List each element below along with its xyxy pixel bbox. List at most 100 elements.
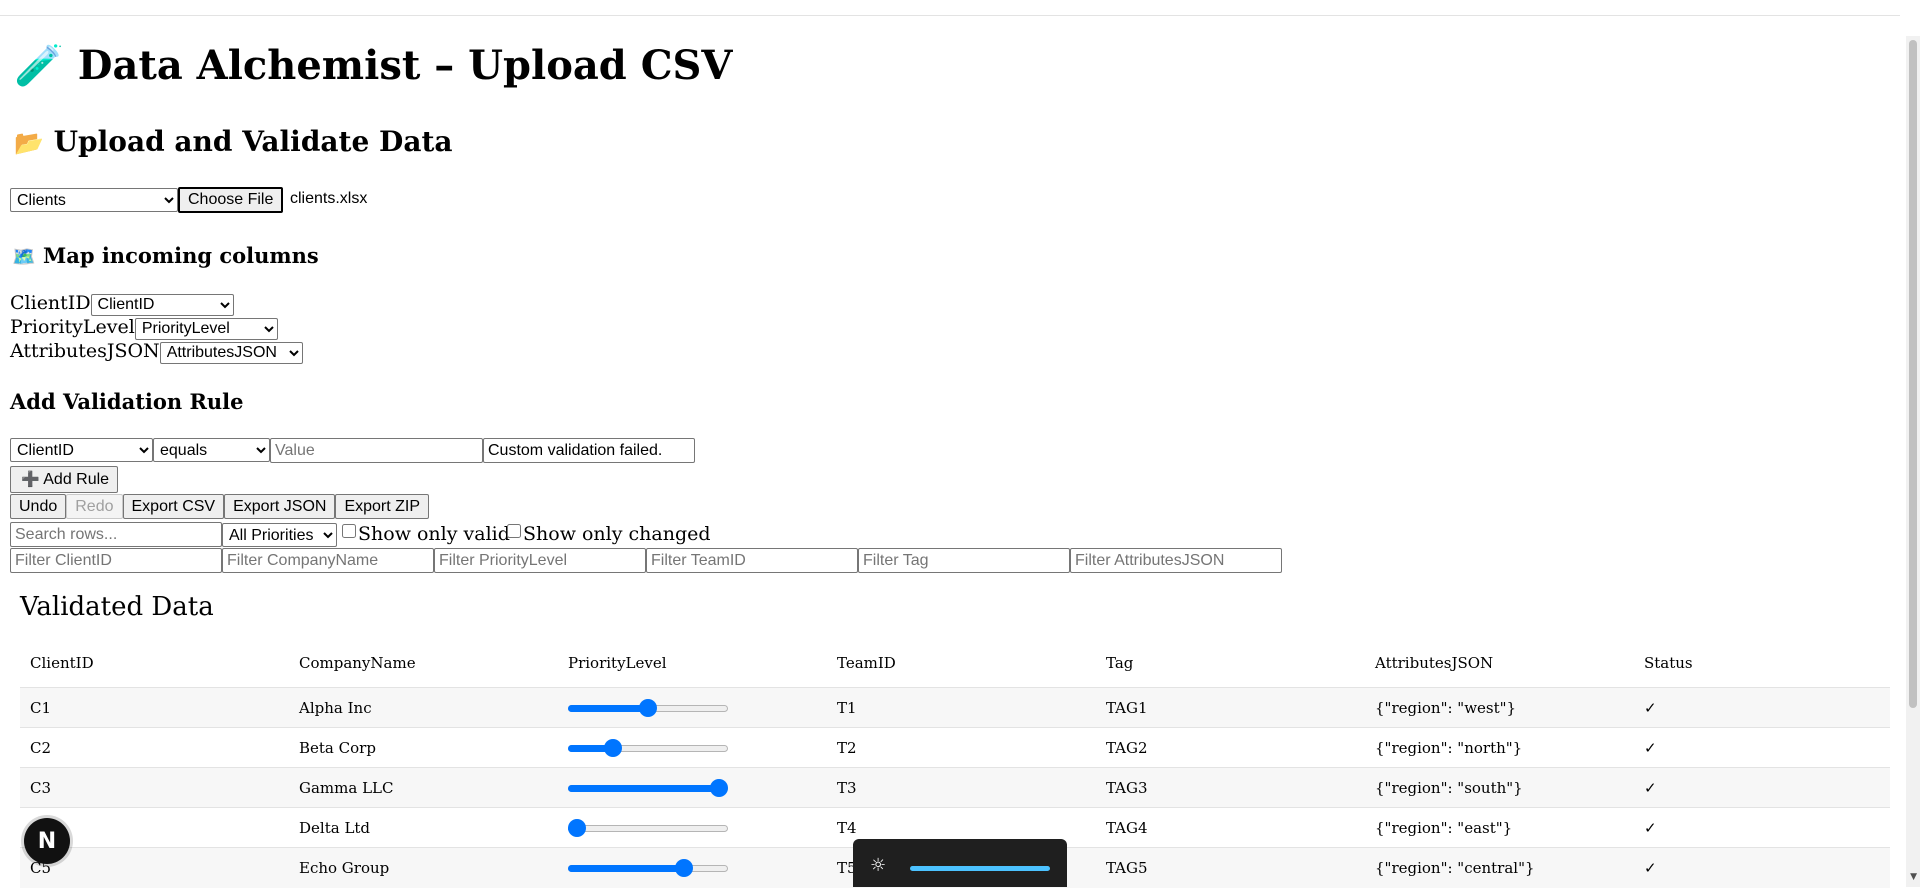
- priority-slider[interactable]: [568, 778, 728, 797]
- cell-attributesjson: {"region": "west"}: [1375, 698, 1517, 717]
- export-json-button[interactable]: Export JSON: [224, 494, 336, 519]
- export-zip-button[interactable]: Export ZIP: [335, 494, 430, 519]
- show-only-valid-toggle[interactable]: Show only valid: [342, 523, 510, 545]
- filter-clientid-input[interactable]: [10, 548, 222, 573]
- column-header[interactable]: TeamID: [827, 648, 1096, 688]
- slider-thumb[interactable]: [674, 858, 693, 877]
- filter-tag-input[interactable]: [858, 548, 1070, 573]
- upload-heading-text: Upload and Validate Data: [53, 125, 453, 158]
- rule-field-select[interactable]: ClientID: [10, 438, 153, 462]
- table-row: C2 Beta Corp T2 TAG2 {"region": "north"} ✓: [20, 727, 1890, 768]
- mapping-select-prioritylevel[interactable]: PriorityLevel: [134, 317, 278, 340]
- cell-teamid: T1: [837, 698, 857, 717]
- mapping-label: ClientID: [10, 292, 91, 314]
- slider-thumb[interactable]: [639, 698, 657, 717]
- cell-attributesjson: {"region": "north"}: [1375, 738, 1523, 757]
- rule-value-input[interactable]: [270, 438, 483, 463]
- page-title: 🧪 Data Alchemist – Upload CSV: [14, 42, 732, 89]
- selected-file-name: clients.xlsx: [290, 190, 368, 207]
- toolbar: Undo Redo Export CSV Export JSON Export ZIP: [10, 494, 430, 519]
- rule-message-input[interactable]: [483, 438, 695, 463]
- plus-icon: ➕: [21, 470, 40, 488]
- filter-companyname-input[interactable]: [222, 548, 434, 573]
- slider-thumb[interactable]: [603, 738, 622, 757]
- add-rule-button[interactable]: ➕ Add Rule: [10, 466, 119, 493]
- show-only-changed-checkbox[interactable]: [507, 524, 521, 538]
- scroll-down-arrow-icon[interactable]: ▼: [1910, 872, 1917, 882]
- rule-operator-select[interactable]: equals: [153, 438, 270, 462]
- cell-tag: TAG2: [1106, 738, 1148, 757]
- rule-heading: Add Validation Rule: [10, 389, 244, 414]
- show-only-valid-checkbox[interactable]: [342, 524, 356, 538]
- cell-prioritylevel: [558, 848, 827, 888]
- cell-prioritylevel: [558, 688, 827, 728]
- cell-status: ✓: [1644, 858, 1657, 877]
- column-header[interactable]: AttributesJSON: [1365, 648, 1634, 688]
- upload-heading: 📂 Upload and Validate Data: [14, 125, 453, 158]
- cell-clientid: C3: [30, 778, 52, 797]
- cell-status: ✓: [1644, 698, 1657, 717]
- brightness-slider[interactable]: [910, 866, 1050, 871]
- slider-fill: [568, 704, 648, 712]
- redo-button[interactable]: Redo: [66, 494, 123, 519]
- filter-prioritylevel-input[interactable]: [434, 548, 646, 573]
- show-only-changed-label: Show only changed: [523, 523, 711, 545]
- column-header[interactable]: Status: [1634, 648, 1890, 688]
- priority-slider[interactable]: [568, 698, 728, 717]
- slider-thumb[interactable]: [568, 818, 586, 837]
- cell-attributesjson: {"region": "south"}: [1375, 778, 1523, 797]
- slider-fill: [568, 784, 719, 792]
- show-only-valid-label: Show only valid: [358, 523, 510, 545]
- cell-teamid: T2: [837, 738, 857, 757]
- priority-slider[interactable]: [568, 738, 728, 757]
- cell-clientid: C1: [30, 698, 52, 717]
- page-scrollbar[interactable]: [1906, 36, 1920, 887]
- mapping-label: PriorityLevel: [10, 316, 135, 338]
- cell-companyname: Echo Group: [299, 858, 390, 877]
- column-header[interactable]: PriorityLevel: [558, 648, 827, 688]
- cell-prioritylevel: [558, 768, 827, 808]
- column-header[interactable]: CompanyName: [289, 648, 558, 688]
- mapping-row-clientid: ClientID ClientID: [10, 292, 234, 316]
- page-title-text: Data Alchemist – Upload CSV: [77, 42, 733, 89]
- choose-file-button[interactable]: Choose File: [178, 187, 284, 213]
- mapping-heading-text: Map incoming columns: [42, 243, 319, 268]
- next-dev-tools-button[interactable]: N: [24, 818, 70, 864]
- priority-filter-select[interactable]: All Priorities: [222, 523, 337, 547]
- priority-slider[interactable]: [568, 818, 728, 837]
- mapping-row-attributesjson: AttributesJSON AttributesJSON: [10, 340, 303, 364]
- column-header[interactable]: Tag: [1096, 648, 1365, 688]
- priority-slider[interactable]: [568, 858, 728, 877]
- cell-companyname: Gamma LLC: [299, 778, 394, 797]
- cell-prioritylevel: [558, 728, 827, 768]
- cell-clientid: C2: [30, 738, 52, 757]
- table-row: C3 Gamma LLC T3 TAG3 {"region": "south"} ✓: [20, 767, 1890, 808]
- undo-button[interactable]: Undo: [10, 494, 67, 519]
- entity-type-select[interactable]: Clients: [10, 188, 178, 212]
- cell-attributesjson: {"region": "east"}: [1375, 818, 1513, 837]
- slider-thumb[interactable]: [710, 778, 728, 797]
- cell-companyname: Beta Corp: [299, 738, 376, 757]
- folder-icon: 📂: [14, 129, 44, 157]
- scrollbar-thumb[interactable]: [1909, 40, 1917, 708]
- filter-teamid-input[interactable]: [646, 548, 858, 573]
- filter-attributesjson-input[interactable]: [1070, 548, 1282, 573]
- mapping-select-attributesjson[interactable]: AttributesJSON: [159, 341, 303, 364]
- cell-status: ✓: [1644, 778, 1657, 797]
- n-logo-icon: N: [37, 828, 57, 854]
- cell-companyname: Alpha Inc: [299, 698, 372, 717]
- column-header[interactable]: ClientID: [20, 648, 289, 688]
- cell-companyname: Delta Ltd: [299, 818, 371, 837]
- export-csv-button[interactable]: Export CSV: [122, 494, 225, 519]
- cell-teamid: T3: [837, 778, 857, 797]
- search-rows-input[interactable]: [10, 522, 222, 547]
- column-filters: [10, 548, 1282, 573]
- cell-tag: TAG1: [1106, 698, 1148, 717]
- mapping-row-prioritylevel: PriorityLevel PriorityLevel: [10, 316, 278, 340]
- table-row: C1 Alpha Inc T1 TAG1 {"region": "west"} ✓: [20, 687, 1890, 728]
- slider-track: [568, 824, 728, 832]
- page-top-border: [0, 15, 1900, 16]
- show-only-changed-toggle[interactable]: Show only changed: [507, 523, 711, 545]
- brightness-icon: ☼: [870, 855, 887, 876]
- mapping-select-clientid[interactable]: ClientID: [90, 293, 234, 316]
